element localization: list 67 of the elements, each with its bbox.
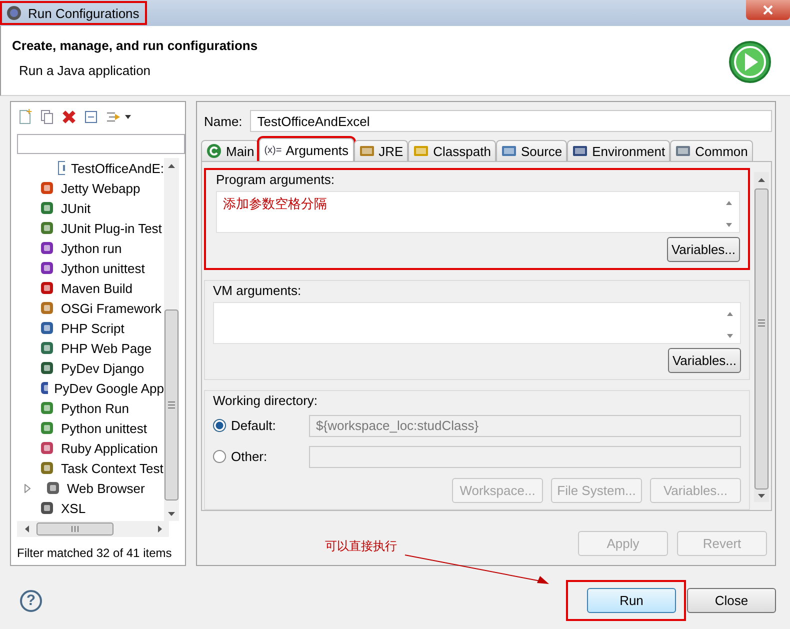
tab-icon: [572, 143, 588, 159]
close-icon: [761, 4, 775, 16]
filter-field[interactable]: [17, 134, 185, 154]
name-label: Name:: [204, 114, 242, 128]
tab[interactable]: Environment: [567, 140, 670, 161]
group-label: Program arguments:: [216, 172, 336, 187]
tree-item[interactable]: Jython run: [61, 240, 122, 256]
radio-label[interactable]: Default:: [231, 418, 276, 433]
variables-button[interactable]: Variables...: [668, 348, 741, 373]
variables-icon: (x)=: [264, 144, 282, 156]
radio-button[interactable]: [213, 450, 226, 463]
tab[interactable]: (x)= Arguments: [259, 138, 354, 161]
dialog-heading: Create, manage, and run configurations: [12, 38, 258, 53]
window-title: Run Configurations: [0, 1, 148, 25]
horizontal-scrollbar[interactable]: [17, 521, 169, 537]
tree-item[interactable]: Maven Build: [61, 280, 133, 296]
play-icon: [728, 40, 772, 84]
tab[interactable]: Main: [201, 140, 260, 161]
tab[interactable]: Common: [670, 140, 753, 161]
program-arguments-field[interactable]: 添加参数空格分隔: [216, 191, 740, 233]
tree-item[interactable]: Ruby Application: [61, 440, 158, 456]
collapse-all-icon[interactable]: [83, 109, 99, 125]
directory-field[interactable]: [309, 446, 741, 468]
tree-item[interactable]: Web Browser: [67, 480, 145, 496]
tree-item[interactable]: Jython unittest: [61, 260, 145, 276]
duplicate-icon[interactable]: [39, 109, 55, 125]
expand-icon[interactable]: [24, 484, 31, 492]
tab-icon: [413, 143, 430, 159]
tab[interactable]: Source: [496, 140, 568, 161]
delete-icon[interactable]: [61, 109, 77, 125]
dialog-subtitle: Run a Java application: [19, 63, 152, 78]
tab-icon: [500, 143, 517, 159]
tree-item[interactable]: PyDev Google App: [54, 380, 164, 396]
tab-icon: [675, 143, 692, 159]
tree-item[interactable]: OSGi Framework: [61, 300, 162, 316]
tree-item[interactable]: PyDev Django: [61, 360, 144, 376]
tree-item[interactable]: Task Context Test: [61, 460, 164, 476]
tree-item[interactable]: PHP Web Page: [61, 340, 152, 356]
name-field[interactable]: TestOfficeAndExcel: [250, 110, 772, 132]
tree-item[interactable]: Python Run: [61, 400, 129, 416]
tab[interactable]: JRE: [354, 140, 408, 161]
help-button[interactable]: ?: [20, 590, 42, 612]
scrollbar[interactable]: [164, 158, 179, 521]
tab[interactable]: Classpath: [408, 140, 496, 161]
close-button[interactable]: [746, 0, 790, 20]
tree-item[interactable]: Python unittest: [61, 420, 147, 436]
tree-item[interactable]: JUnit Plug-in Test: [61, 220, 162, 236]
annotation-text: 可以直接执行: [325, 538, 397, 555]
radio-button[interactable]: [213, 419, 226, 432]
tree-item[interactable]: PHP Script: [61, 320, 124, 336]
filter-status: Filter matched 32 of 41 items: [17, 545, 172, 561]
tree-item[interactable]: TestOfficeAndE:: [71, 160, 164, 176]
group-label: VM arguments:: [213, 283, 302, 298]
variables-button[interactable]: Variables...: [667, 237, 740, 262]
vm-arguments-field[interactable]: [213, 302, 741, 344]
tree-item[interactable]: XSL: [61, 500, 86, 516]
scrollbar[interactable]: [754, 172, 769, 502]
group-label: Working directory:: [213, 393, 319, 408]
directory-field[interactable]: ${workspace_loc:studClass}: [309, 414, 741, 436]
radio-label[interactable]: Other:: [231, 449, 268, 464]
dialog-button[interactable]: Close: [687, 588, 776, 613]
dialog-button[interactable]: Run: [587, 588, 676, 613]
tree-item[interactable]: Jetty Webapp: [61, 180, 140, 196]
tree-item[interactable]: JUnit: [61, 200, 91, 216]
run-icon: [206, 143, 222, 159]
new-icon[interactable]: [17, 109, 33, 125]
tab-icon: [358, 143, 375, 159]
